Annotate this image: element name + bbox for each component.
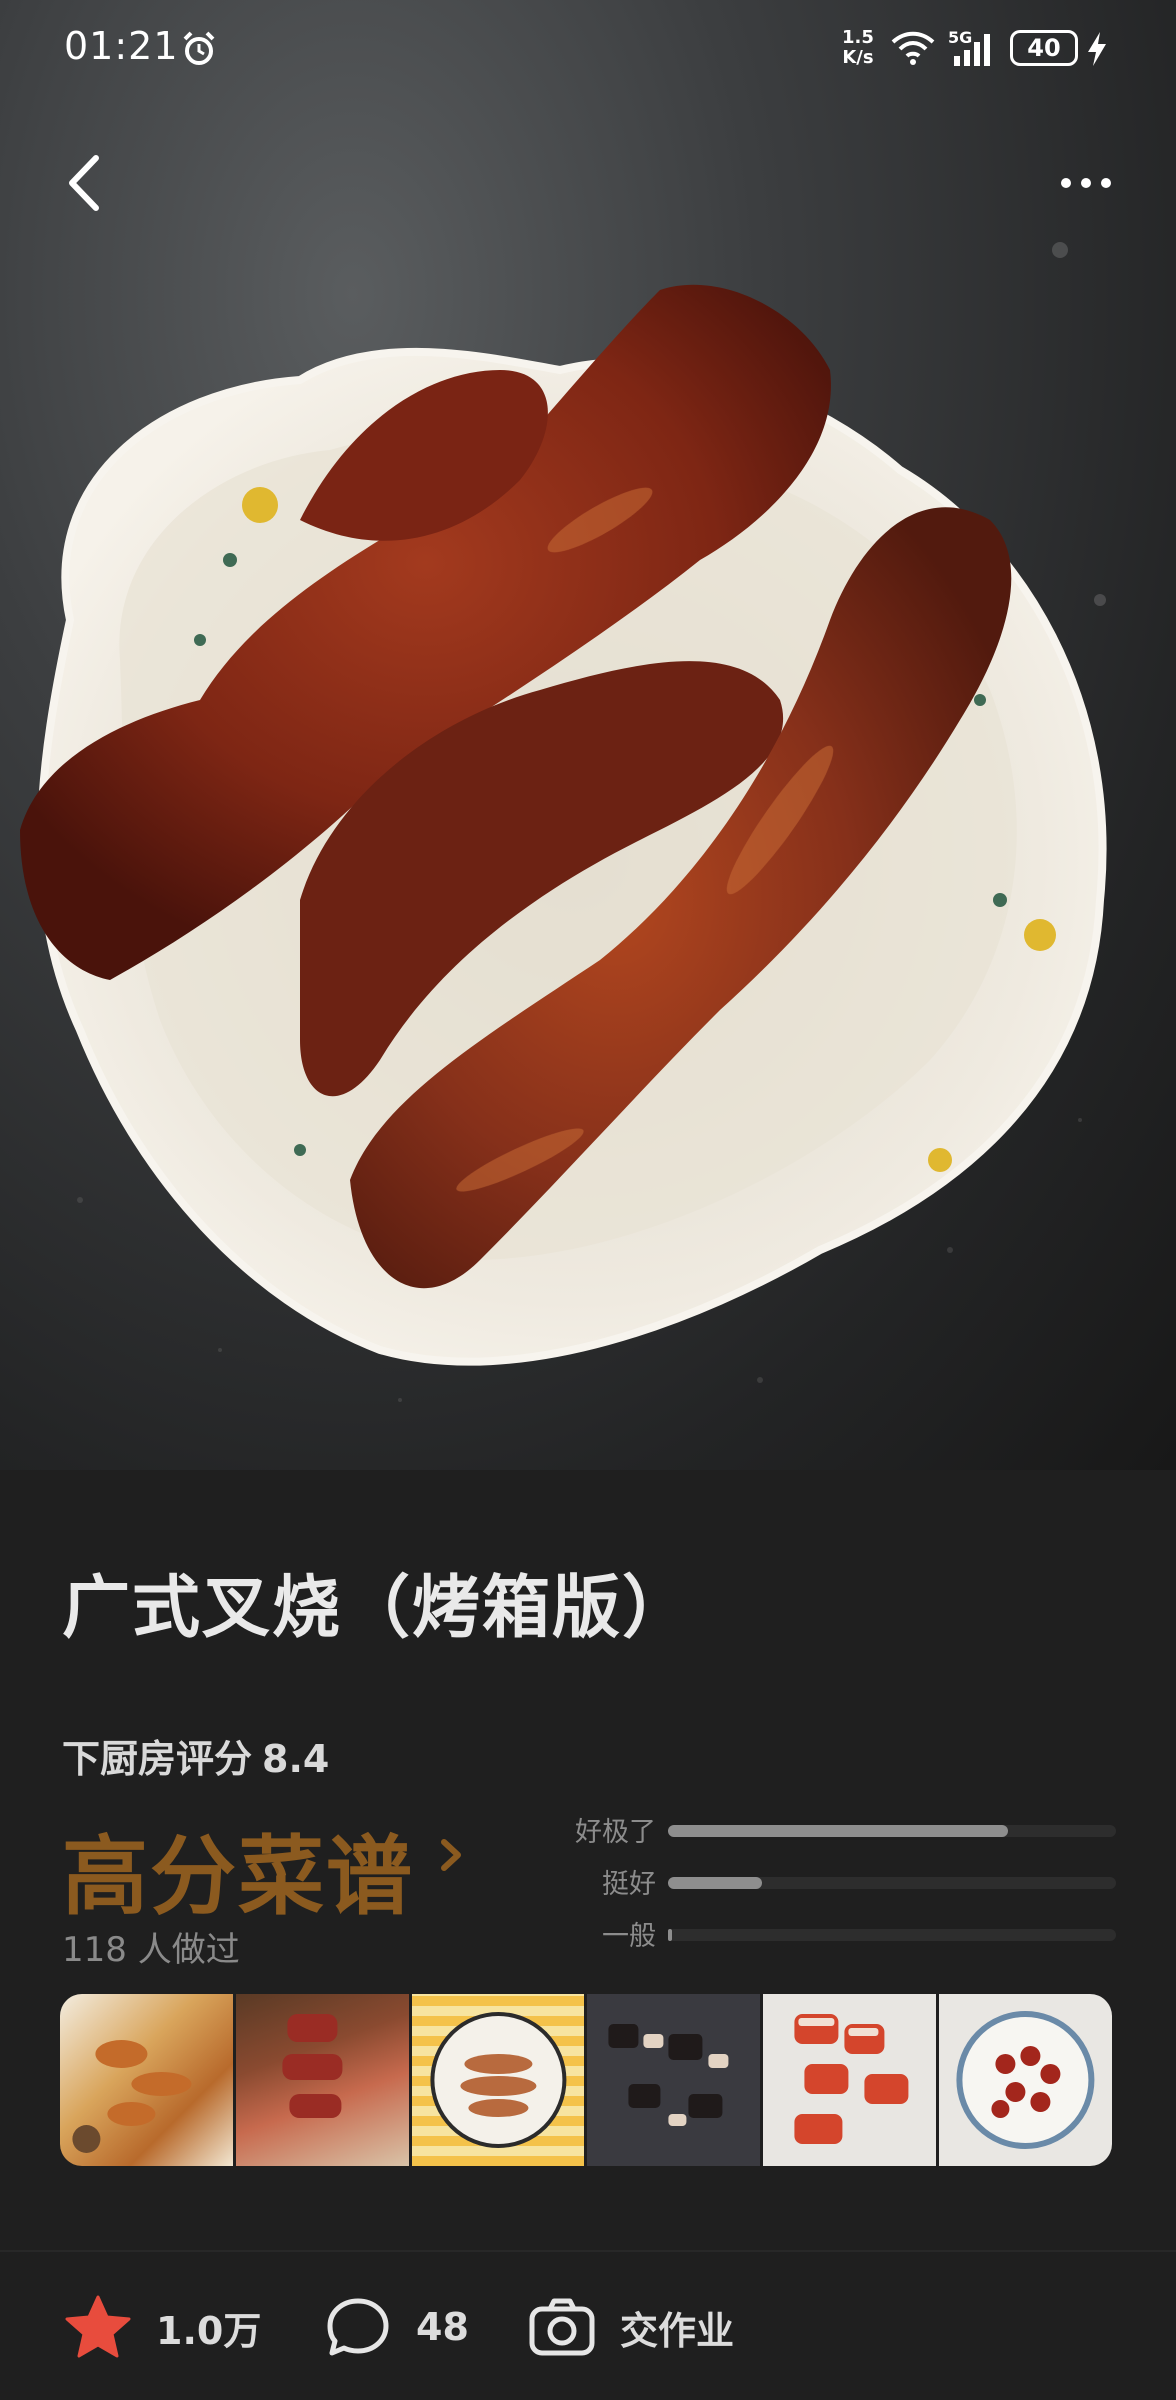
rating-bar-fill	[668, 1929, 673, 1941]
comment-button[interactable]: 48	[322, 2252, 469, 2400]
rating-bar-label: 一般	[602, 1921, 656, 1952]
cell-signal-icon	[954, 34, 990, 66]
user-photo-thumbnail[interactable]	[235, 1994, 409, 2166]
network-speed-value: 1.5	[842, 27, 874, 48]
back-chevron-icon[interactable]	[60, 150, 110, 216]
user-photo-strip[interactable]	[60, 1994, 1112, 2166]
more-options-icon[interactable]	[1056, 166, 1116, 200]
comment-count: 48	[416, 2305, 469, 2349]
charging-icon	[1088, 32, 1106, 66]
chevron-right-icon[interactable]	[434, 1820, 468, 1890]
rating-bar-fill	[668, 1825, 1009, 1837]
rating-bar-row: 一般	[560, 1914, 1120, 1954]
network-speed: 1.5 K/s	[842, 28, 874, 68]
homework-label: 交作业	[620, 2308, 735, 2353]
user-photo-thumbnail[interactable]	[587, 1994, 761, 2166]
user-photo-thumbnail[interactable]	[763, 1994, 937, 2166]
status-time: 01:21	[64, 24, 179, 68]
battery-indicator: 40	[1010, 30, 1078, 66]
favorite-button[interactable]: 1.0万	[62, 2252, 261, 2400]
rating-bar-label: 好极了	[575, 1817, 656, 1848]
favorite-count: 1.0万	[156, 2308, 262, 2353]
bottom-action-bar: 1.0万 48 交作业	[0, 2250, 1176, 2400]
score-value: 8.4	[262, 1737, 330, 1781]
status-bar: 01:21 1.5 K/s 5G 40	[0, 0, 1176, 100]
rating-bar-fill	[668, 1877, 763, 1889]
rating-bar-label: 挺好	[602, 1869, 656, 1900]
alarm-icon	[183, 31, 215, 65]
star-icon[interactable]	[62, 2291, 134, 2363]
comment-bubble-icon[interactable]	[322, 2291, 394, 2363]
wifi-icon	[891, 31, 935, 65]
user-photo-thumbnail[interactable]	[60, 1994, 233, 2166]
network-speed-unit: K/s	[842, 47, 874, 68]
rating-line: 下厨房评分 8.4	[62, 1728, 329, 1783]
cooked-count: 118 人做过	[62, 1930, 240, 1970]
char-siu-photo	[20, 242, 1107, 1402]
user-photo-thumbnail[interactable]	[411, 1994, 585, 2166]
score-label: 下厨房评分	[62, 1737, 253, 1781]
recipe-cover-photo	[0, 0, 1176, 1470]
rating-bar-row: 好极了	[560, 1810, 1120, 1850]
homework-button[interactable]: 交作业	[526, 2252, 734, 2400]
recipe-info-panel: 广式叉烧（烤箱版） 下厨房评分 8.4 高分菜谱 118 人做过 好极了 挺好 一…	[0, 1470, 1176, 2250]
camera-icon[interactable]	[526, 2291, 598, 2363]
rating-bar-track	[668, 1877, 1116, 1889]
rating-bar-row: 挺好	[560, 1862, 1120, 1902]
grade-badge[interactable]: 高分菜谱	[62, 1806, 414, 1931]
recipe-title: 广式叉烧（烤箱版）	[62, 1569, 693, 1648]
rating-bar-track	[668, 1825, 1116, 1837]
user-photo-thumbnail[interactable]	[939, 1994, 1112, 2166]
rating-bar-track	[668, 1929, 1116, 1941]
